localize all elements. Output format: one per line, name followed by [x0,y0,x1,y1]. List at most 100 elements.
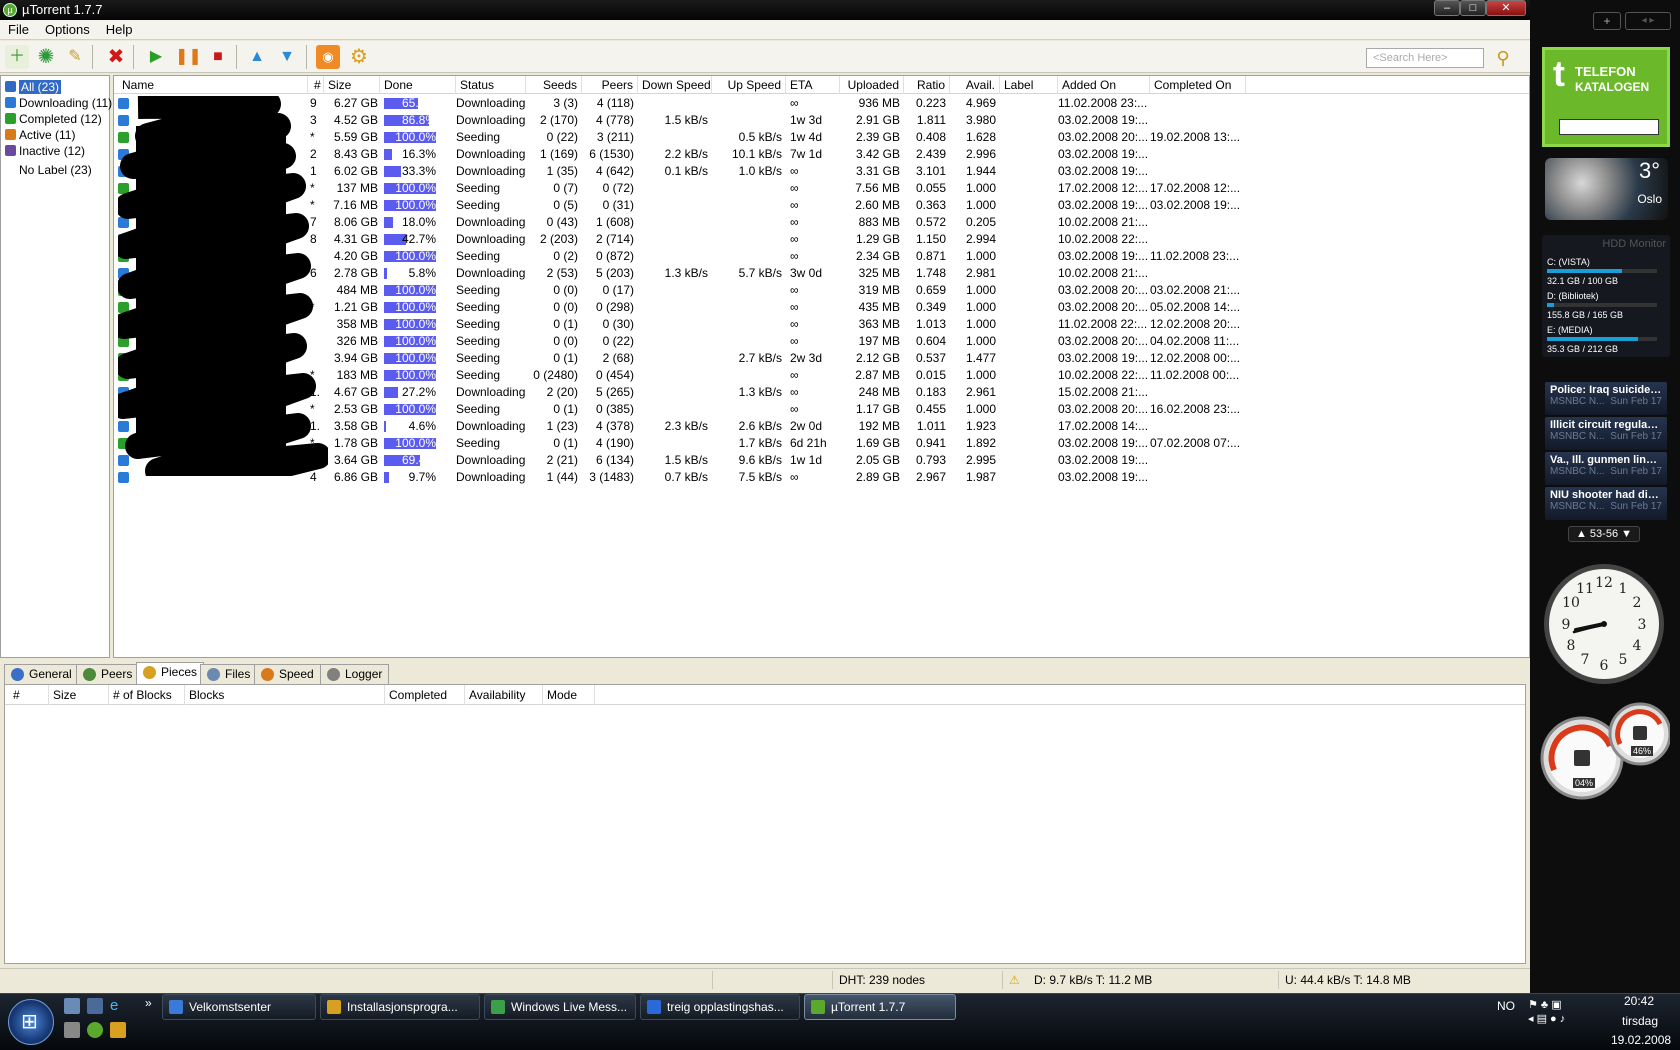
column-header-name[interactable]: Name [118,76,308,94]
news-item[interactable]: NIU shooter had dist... MSNBC N... Sun Feb… [1545,487,1667,520]
quicklaunch-media-icon[interactable] [110,1022,126,1038]
language-indicator[interactable]: NO [1497,999,1515,1013]
column-header-[interactable]: # [310,76,324,94]
column-header-label[interactable]: Label [1000,76,1058,94]
tab-speed[interactable]: Speed [254,664,321,684]
quicklaunch-app-icon[interactable] [64,1022,80,1038]
column-header-ratio[interactable]: Ratio [904,76,950,94]
taskbar-button[interactable]: Velkomstsenter [162,994,316,1020]
progress-cell: 100.0% [384,316,440,333]
category-completed[interactable]: Completed (12) [5,111,102,127]
quicklaunch-utorrent-icon[interactable] [87,1022,103,1038]
tab-logger[interactable]: Logger [320,664,390,684]
taskbar-button[interactable]: treig opplastingshas... [640,994,800,1020]
column-header-peers[interactable]: Peers [582,76,638,94]
torrent-list[interactable]: Name # Size Done Status Seeds Peers Down Speed U… [113,75,1530,658]
preferences-icon[interactable]: ⚙ [347,45,371,69]
pieces-column-completed[interactable]: Completed [385,685,465,705]
minimize-button[interactable]: – [1434,0,1460,16]
taskbar-button[interactable]: µTorrent 1.7.7 [804,994,956,1020]
cell-down [638,384,708,401]
label-no-label[interactable]: No Label (23) [19,162,92,178]
close-button[interactable]: ✕ [1486,0,1526,16]
start-icon[interactable]: ▶ [144,45,168,69]
pieces-tab-icon [143,666,156,679]
create-torrent-icon[interactable]: ✎ [63,45,87,69]
cell-uploaded: 197 MB [858,334,900,348]
pieces-column-size[interactable]: Size [49,685,109,705]
column-header-done[interactable]: Done [380,76,456,94]
pieces-column-of-blocks[interactable]: # of Blocks [109,685,185,705]
menu-file[interactable]: File [0,20,37,40]
column-header-eta[interactable]: ETA [786,76,840,94]
column-header-seeds[interactable]: Seeds [526,76,582,94]
cell-ratio: 0.871 [915,249,946,263]
maximize-button[interactable]: □ [1460,0,1486,16]
pieces-column-blocks[interactable]: Blocks [185,685,385,705]
column-header-status[interactable]: Status [456,76,526,94]
move-down-icon[interactable]: ▼ [275,45,299,69]
category-inactive[interactable]: Inactive (12) [5,143,85,159]
clock-day[interactable]: tirsdag [1622,1014,1658,1028]
cell-uploaded: 2.12 GB [855,351,900,365]
category-downloading[interactable]: Downloading (11) [5,95,112,111]
taskbar-app-icon [169,1000,183,1014]
internet-explorer-icon[interactable]: e [110,998,126,1014]
remove-icon[interactable]: ✖ [104,45,128,69]
taskbar-button[interactable]: Windows Live Mess... [484,994,636,1020]
progress-cell: 100.0% [384,197,440,214]
news-next-icon[interactable]: ▼ [1621,528,1632,540]
rss-icon[interactable]: ◉ [316,45,340,69]
svg-text:2: 2 [1633,595,1642,611]
column-header-uploaded[interactable]: Uploaded [840,76,904,94]
tab-pieces[interactable]: Pieces [136,662,205,684]
category-active[interactable]: Active (11) [5,127,75,143]
cell-avail: 1.000 [965,181,996,195]
quicklaunch-more-icon[interactable]: » [145,996,152,1010]
cpu-meter-value: 04% [1573,778,1596,788]
move-up-icon[interactable]: ▲ [245,45,269,69]
add-url-icon[interactable]: ✺ [34,45,58,69]
tab-files[interactable]: Files [200,664,258,684]
pause-icon[interactable]: ❚❚ [175,45,202,69]
pieces-column-[interactable]: # [9,685,49,705]
news-item[interactable]: Va., Ill. gunmen linke... MSNBC N... Sun F… [1545,452,1667,485]
cell-eta: ∞ [790,181,799,195]
pieces-column-availability[interactable]: Availability [465,685,543,705]
search-input[interactable]: <Search Here> [1366,48,1484,68]
search-icon[interactable]: ⚲ [1490,45,1516,71]
column-header-completed-on[interactable]: Completed On [1150,76,1246,94]
pieces-column-mode[interactable]: Mode [543,685,595,705]
clock-time[interactable]: 20:42 [1624,994,1654,1008]
tab-general[interactable]: General [4,664,79,684]
menu-options[interactable]: Options [37,20,98,40]
title-bar[interactable]: µ µTorrent 1.7.7 – □ ✕ [0,0,1530,20]
cell-avail: 1.000 [965,368,996,382]
taskbar-button[interactable]: Installasjonsprogra... [320,994,480,1020]
start-button[interactable]: ⊞ [8,999,54,1045]
column-header-avail[interactable]: Avail. [950,76,1000,94]
cell-ratio: 0.349 [915,300,946,314]
news-item[interactable]: Police: Iraq suicide b... MSNBC N... Sun F… [1545,382,1667,415]
cell-avail: 1.000 [965,283,996,297]
tab-peers[interactable]: Peers [76,664,140,684]
column-header-up-speed[interactable]: Up Speed [712,76,786,94]
tray-icons[interactable]: ⚑ ♣ ▣ ◂ ▤ ● ♪ [1528,998,1565,1026]
menu-help[interactable]: Help [98,20,141,40]
cell-up: 10.1 kB/s [731,147,782,161]
switch-windows-icon[interactable] [87,998,103,1014]
stop-icon[interactable]: ■ [206,45,230,69]
show-desktop-icon[interactable] [64,998,80,1014]
news-prev-icon[interactable]: ▲ [1576,528,1587,540]
news-item[interactable]: Illicit circuit regularly... MSNBC N... Su… [1545,417,1667,450]
column-header-down-speed[interactable]: Down Speed [638,76,712,94]
telefon-search-input[interactable] [1559,119,1659,135]
add-torrent-icon[interactable]: ＋ [5,45,29,69]
clock-date[interactable]: 19.02.2008 [1611,1033,1671,1047]
column-header-added-on[interactable]: Added On [1058,76,1150,94]
news-pager[interactable]: ▲ 53-56 ▼ [1568,526,1640,542]
column-header-size[interactable]: Size [324,76,380,94]
add-gadget-icon[interactable]: + [1593,12,1621,30]
category-all[interactable]: All (23) [5,79,62,95]
gadget-nav-arrows[interactable]: ◂ ▸ [1625,12,1671,30]
